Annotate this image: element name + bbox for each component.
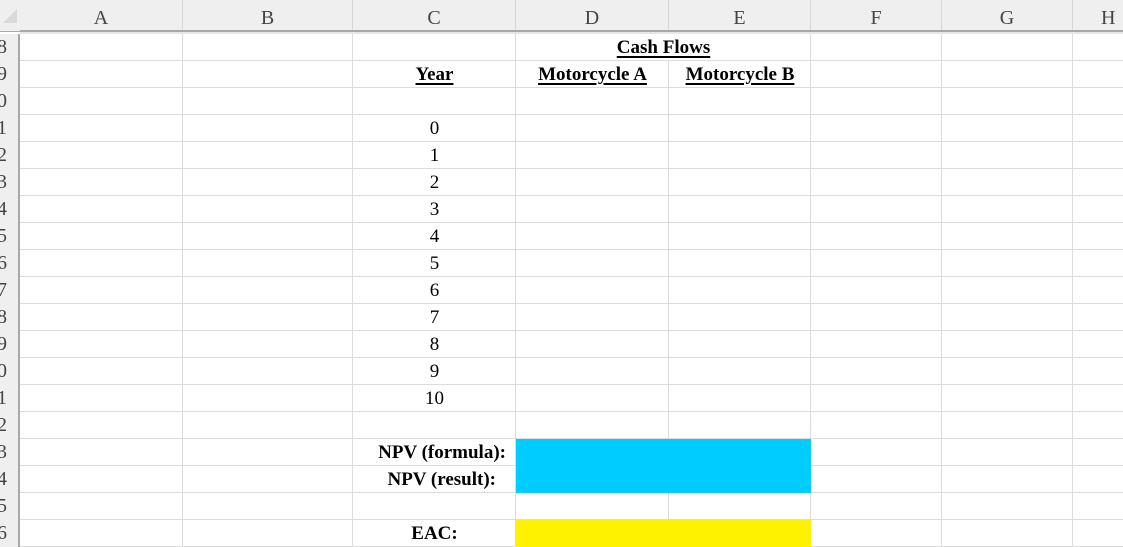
column-header-bar: A B C D E F G H	[0, 0, 1123, 32]
gridline	[20, 330, 1123, 331]
npv-formula-label: NPV (formula):	[378, 442, 506, 463]
year-cell[interactable]: 5	[353, 250, 516, 277]
year-cell[interactable]: 2	[353, 169, 516, 196]
row-header[interactable]: 5	[0, 493, 18, 520]
motorcycle-b-header: Motorcycle B	[685, 64, 795, 85]
row-header[interactable]: 4	[0, 196, 18, 223]
eac-output-cells[interactable]	[516, 520, 811, 547]
gridline	[20, 195, 1123, 196]
eac-label: EAC:	[411, 523, 458, 544]
year-cell[interactable]: 4	[353, 223, 516, 250]
column-header-g[interactable]: G	[942, 0, 1073, 30]
year-cell[interactable]: 10	[353, 385, 516, 412]
column-header-d[interactable]: D	[516, 0, 669, 30]
column-header-h[interactable]: H	[1073, 0, 1123, 30]
row-header[interactable]: 4	[0, 466, 18, 493]
cash-flows-header: Cash Flows	[616, 37, 711, 58]
column-header-f[interactable]: F	[811, 0, 942, 30]
cell-grid[interactable]: Cash Flows Year Motorcycle A Motorcycle …	[20, 34, 1123, 547]
gridline	[20, 303, 1123, 304]
gridline	[941, 34, 942, 547]
year-cell[interactable]: 9	[353, 358, 516, 385]
row-header[interactable]: 5	[0, 223, 18, 250]
column-header-c[interactable]: C	[353, 0, 516, 30]
gridline	[20, 114, 1123, 115]
row-header[interactable]: 2	[0, 412, 18, 439]
row-header[interactable]: 9	[0, 331, 18, 358]
year-cell[interactable]: 8	[353, 331, 516, 358]
gridline	[182, 34, 183, 547]
row-header[interactable]: 8	[0, 304, 18, 331]
year-header: Year	[415, 64, 454, 85]
gridline	[20, 411, 1123, 412]
column-header-a[interactable]: A	[20, 0, 183, 30]
row-header[interactable]: 0	[0, 88, 18, 115]
motorcycle-a-header: Motorcycle A	[538, 64, 647, 85]
row-header[interactable]: 1	[0, 115, 18, 142]
year-cell[interactable]: 7	[353, 304, 516, 331]
column-header-b[interactable]: B	[183, 0, 353, 30]
gridline	[20, 276, 1123, 277]
npv-output-cells[interactable]	[516, 439, 811, 493]
row-header[interactable]: 6	[0, 520, 18, 547]
year-cell[interactable]: 3	[353, 196, 516, 223]
gridline	[1072, 34, 1073, 547]
row-header[interactable]: 6	[0, 250, 18, 277]
row-header-bar: 8 9 0 1 2 3 4 5 6 7 8 9 0 1 2 3 4 5 6	[0, 34, 20, 547]
row-header[interactable]: 7	[0, 277, 18, 304]
gridline	[20, 357, 1123, 358]
row-header[interactable]: 8	[0, 34, 18, 61]
gridline	[20, 168, 1123, 169]
row-header[interactable]: 9	[0, 61, 18, 88]
gridline	[20, 249, 1123, 250]
row-header[interactable]: 2	[0, 142, 18, 169]
row-header[interactable]: 3	[0, 439, 18, 466]
row-header[interactable]: 0	[0, 358, 18, 385]
year-cell[interactable]: 1	[353, 142, 516, 169]
row-header[interactable]: 1	[0, 385, 18, 412]
gridline	[20, 384, 1123, 385]
column-header-e[interactable]: E	[669, 0, 811, 30]
select-all-triangle-icon	[3, 9, 17, 23]
npv-result-label: NPV (result):	[387, 469, 496, 490]
gridline	[20, 222, 1123, 223]
select-all-button[interactable]	[0, 0, 20, 31]
gridline	[20, 141, 1123, 142]
row-header[interactable]: 3	[0, 169, 18, 196]
year-cell[interactable]: 6	[353, 277, 516, 304]
year-cell[interactable]: 0	[353, 115, 516, 142]
